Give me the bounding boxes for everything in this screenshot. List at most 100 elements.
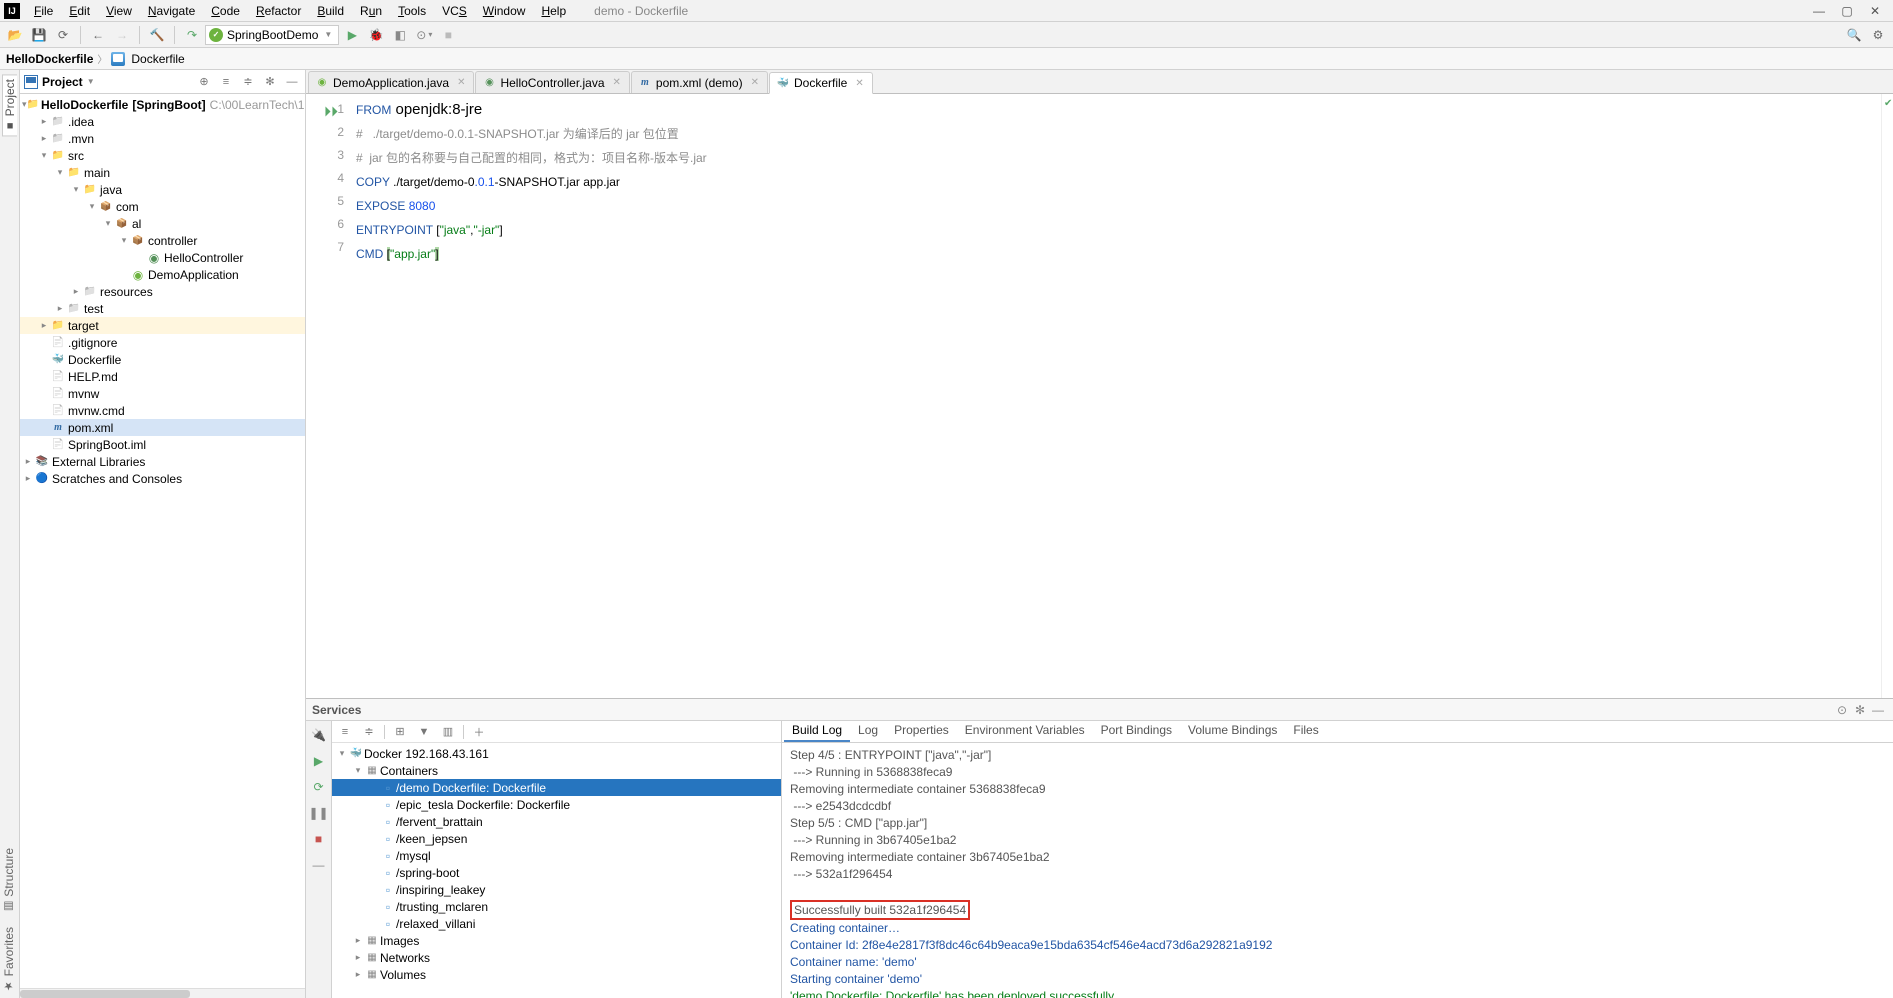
tree-al[interactable]: ▾al — [20, 215, 305, 232]
menu-navigate[interactable]: Navigate — [140, 1, 203, 21]
menu-vcs[interactable]: VCS — [434, 1, 475, 21]
deploy-icon[interactable]: 🔌 — [309, 725, 329, 745]
menu-tools[interactable]: Tools — [390, 1, 434, 21]
tree-external-libraries[interactable]: ▸External Libraries — [20, 453, 305, 470]
container-trusting[interactable]: /trusting_mclaren — [332, 898, 781, 915]
tree-target[interactable]: ▸target — [20, 317, 305, 334]
menu-window[interactable]: Window — [475, 1, 534, 21]
tab-demo-application[interactable]: DemoApplication.java✕ — [308, 71, 474, 93]
tree-mvn[interactable]: ▸.mvn — [20, 130, 305, 147]
tab-dockerfile[interactable]: Dockerfile✕ — [769, 72, 873, 94]
window-minimize[interactable]: — — [1805, 4, 1833, 18]
tree-idea[interactable]: ▸.idea — [20, 113, 305, 130]
more-icon[interactable]: — — [309, 855, 329, 875]
window-maximize[interactable]: ▢ — [1833, 4, 1861, 18]
profile-button[interactable]: ⊙▾ — [413, 24, 435, 46]
tree-mvnw-cmd[interactable]: mvnw.cmd — [20, 402, 305, 419]
tree-help-md[interactable]: HELP.md — [20, 368, 305, 385]
code-editor[interactable]: ⏵⏵ 1234567 FROM openjdk:8-jre # ./target… — [306, 94, 1893, 698]
sync-icon[interactable]: ⟳ — [52, 24, 74, 46]
group-icon[interactable]: ⊞ — [391, 725, 409, 738]
docker-root[interactable]: ▾Docker 192.168.43.161 — [332, 745, 781, 762]
tab-port-bindings[interactable]: Port Bindings — [1093, 721, 1180, 742]
add-service-icon[interactable]: ＋ — [470, 724, 488, 740]
services-tree[interactable]: ▾Docker 192.168.43.161 ▾Containers /demo… — [332, 743, 781, 998]
tree-java[interactable]: ▾java — [20, 181, 305, 198]
tab-pom-xml[interactable]: pom.xml (demo)✕ — [631, 71, 768, 93]
window-close[interactable]: ✕ — [1861, 4, 1889, 18]
tree-hello-controller[interactable]: HelloController — [20, 249, 305, 266]
tree-com[interactable]: ▾com — [20, 198, 305, 215]
run-button[interactable]: ▶ — [341, 24, 363, 46]
container-epic-tesla[interactable]: /epic_tesla Dockerfile: Dockerfile — [332, 796, 781, 813]
debug-button[interactable]: 🐞 — [365, 24, 387, 46]
menu-file[interactable]: File — [26, 1, 61, 21]
container-mysql[interactable]: /mysql — [332, 847, 781, 864]
menu-help[interactable]: Help — [533, 1, 574, 21]
tree-main[interactable]: ▾main — [20, 164, 305, 181]
open-icon[interactable]: 📂 — [4, 24, 26, 46]
containers-group[interactable]: ▾Containers — [332, 762, 781, 779]
layout-icon[interactable]: ▥ — [439, 725, 457, 738]
tree-dockerfile[interactable]: Dockerfile — [20, 351, 305, 368]
close-icon[interactable]: ✕ — [751, 77, 759, 88]
build-log-output[interactable]: Step 4/5 : ENTRYPOINT ["java","-jar"] --… — [782, 743, 1893, 998]
collapse-icon[interactable]: ≑ — [360, 725, 378, 738]
tree-gitignore[interactable]: .gitignore — [20, 334, 305, 351]
vtab-favorites[interactable]: ★ Favorites — [2, 927, 16, 992]
services-gear-icon[interactable]: ✻ — [1851, 703, 1869, 717]
tree-mvnw[interactable]: mvnw — [20, 385, 305, 402]
vtab-project[interactable]: ■ Project — [2, 74, 17, 136]
breadcrumb-root[interactable]: HelloDockerfile — [6, 52, 93, 66]
menu-edit[interactable]: Edit — [61, 1, 98, 21]
tab-build-log[interactable]: Build Log — [784, 721, 850, 742]
save-all-icon[interactable]: 💾 — [28, 24, 50, 46]
menu-code[interactable]: Code — [203, 1, 248, 21]
tree-pom-xml[interactable]: pom.xml — [20, 419, 305, 436]
horizontal-scrollbar[interactable] — [20, 988, 305, 998]
networks-group[interactable]: ▸Networks — [332, 949, 781, 966]
editor-marker-strip[interactable]: ✔ — [1881, 94, 1893, 698]
project-tree[interactable]: ▾ HelloDockerfile [SpringBoot] C:\00Lear… — [20, 94, 305, 988]
filter-icon[interactable]: ▼ — [415, 726, 433, 738]
chevron-down-icon[interactable]: ▼ — [87, 77, 95, 86]
collapse-all-icon[interactable]: ≑ — [239, 75, 257, 88]
tree-scratches[interactable]: ▸Scratches and Consoles — [20, 470, 305, 487]
run-icon[interactable]: ▶ — [309, 751, 329, 771]
code-content[interactable]: FROM openjdk:8-jre # ./target/demo-0.0.1… — [350, 94, 1881, 698]
container-relaxed[interactable]: /relaxed_villani — [332, 915, 781, 932]
expand-all-icon[interactable]: ≡ — [217, 76, 235, 88]
close-icon[interactable]: ✕ — [855, 78, 863, 89]
tree-test[interactable]: ▸test — [20, 300, 305, 317]
run-gutter-icon[interactable]: ⏵⏵ — [324, 100, 338, 123]
tab-properties[interactable]: Properties — [886, 721, 957, 742]
coverage-button[interactable]: ◧ — [389, 24, 411, 46]
locate-icon[interactable]: ⊕ — [195, 75, 213, 88]
tree-src[interactable]: ▾src — [20, 147, 305, 164]
container-fervent[interactable]: /fervent_brattain — [332, 813, 781, 830]
tab-volume-bindings[interactable]: Volume Bindings — [1180, 721, 1285, 742]
rerun-icon[interactable]: ⟳ — [309, 777, 329, 797]
hide-panel-icon[interactable]: — — [283, 76, 301, 88]
settings-icon[interactable]: ⚙ — [1867, 24, 1889, 46]
close-icon[interactable]: ✕ — [457, 77, 465, 88]
container-spring-boot[interactable]: /spring-boot — [332, 864, 781, 881]
settings-gear-icon[interactable]: ✻ — [261, 75, 279, 88]
stop-button[interactable]: ■ — [437, 24, 459, 46]
menu-build[interactable]: Build — [309, 1, 352, 21]
tab-env-vars[interactable]: Environment Variables — [957, 721, 1093, 742]
menu-view[interactable]: View — [98, 1, 140, 21]
tree-demo-application[interactable]: DemoApplication — [20, 266, 305, 283]
menu-refactor[interactable]: Refactor — [248, 1, 309, 21]
tree-resources[interactable]: ▸resources — [20, 283, 305, 300]
container-keen[interactable]: /keen_jepsen — [332, 830, 781, 847]
project-view-label[interactable]: Project — [42, 75, 83, 89]
tab-log[interactable]: Log — [850, 721, 886, 742]
service-add-icon[interactable]: ↷ — [181, 24, 203, 46]
tree-iml[interactable]: SpringBoot.iml — [20, 436, 305, 453]
stop-icon[interactable]: ■ — [309, 829, 329, 849]
tab-hello-controller[interactable]: HelloController.java✕ — [475, 71, 629, 93]
container-demo[interactable]: /demo Dockerfile: Dockerfile — [332, 779, 781, 796]
volumes-group[interactable]: ▸Volumes — [332, 966, 781, 983]
tab-files[interactable]: Files — [1285, 721, 1326, 742]
